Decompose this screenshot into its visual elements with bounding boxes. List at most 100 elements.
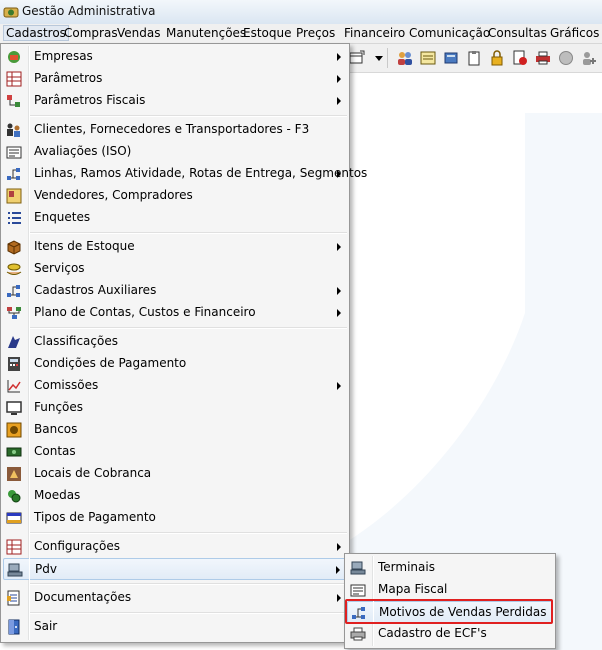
menu-item-clientes[interactable]: Clientes, Fornecedores e Transportadores… — [3, 119, 347, 141]
exit-door-icon — [8, 619, 20, 635]
title-bar: Gestão Administrativa — [0, 0, 602, 25]
printer-icon — [350, 627, 366, 641]
menu-item-moedas[interactable]: Moedas — [3, 485, 347, 507]
menu-item-locais-cobranca[interactable]: Locais de Cobranca — [3, 463, 347, 485]
menu-comunicacao[interactable]: Comunicação — [409, 26, 490, 40]
network-icon — [7, 285, 20, 297]
menu-item-bancos[interactable]: Bancos — [3, 419, 347, 441]
commission-chart-icon — [7, 380, 21, 393]
menu-precos[interactable]: Preços — [296, 26, 335, 40]
submenu-arrow-icon — [337, 97, 341, 105]
status-face-icon[interactable] — [558, 50, 574, 66]
document-cancel-icon[interactable] — [512, 50, 528, 66]
companies-icon — [8, 51, 20, 63]
list-icon — [8, 212, 21, 224]
menu-cadastros[interactable]: Cadastros — [3, 25, 69, 41]
menu-item-servicos[interactable]: Serviços — [3, 258, 347, 280]
menu-separator — [30, 327, 347, 329]
menu-item-label: Funções — [34, 400, 84, 414]
money-icon — [6, 447, 22, 457]
contacts-card-icon — [6, 188, 22, 204]
menu-item-label: Condições de Pagamento — [34, 356, 187, 370]
submenu-arrow-icon — [337, 287, 341, 295]
menu-item-plano-de-contas[interactable]: Plano de Contas, Custos e Financeiro — [3, 302, 347, 324]
menu-item-label: Plano de Contas, Custos e Financeiro — [34, 305, 256, 319]
menu-item-cadastros-auxiliares[interactable]: Cadastros Auxiliares — [3, 280, 347, 302]
menu-item-documentacoes[interactable]: Documentações — [3, 587, 347, 609]
menu-separator — [30, 115, 347, 117]
menu-item-contas[interactable]: Contas — [3, 441, 347, 463]
menu-item-label: Itens de Estoque — [34, 239, 135, 253]
submenu-item-mapa-fiscal[interactable]: Mapa Fiscal — [347, 579, 553, 601]
menu-manutencoes[interactable]: Manutenções — [166, 26, 246, 40]
menu-item-parametros-fiscais[interactable]: Parâmetros Fiscais — [3, 90, 347, 112]
menu-item-condicoes-pagamento[interactable]: Condições de Pagamento — [3, 353, 347, 375]
add-user-icon[interactable] — [581, 50, 597, 66]
menu-item-linhas[interactable]: Linhas, Ramos Atividade, Rotas de Entreg… — [3, 163, 367, 185]
menu-financeiro[interactable]: Financeiro — [344, 26, 405, 40]
settings-grid-icon — [6, 539, 22, 555]
submenu-item-cadastro-ecf[interactable]: Cadastro de ECF's — [347, 623, 553, 645]
app-logo-icon — [3, 7, 19, 18]
menu-item-classificacoes[interactable]: Classificações — [3, 331, 347, 353]
pos-terminal-icon — [7, 563, 23, 577]
menu-item-vendedores[interactable]: Vendedores, Compradores — [3, 185, 347, 207]
submenu-arrow-icon — [337, 243, 341, 251]
menu-item-sair[interactable]: Sair — [3, 616, 347, 638]
classification-icon — [8, 336, 20, 348]
menu-consultas[interactable]: Consultas — [488, 26, 547, 40]
toolbar-separator — [387, 48, 388, 68]
printer-icon[interactable] — [535, 50, 551, 66]
menu-item-empresas[interactable]: Empresas — [3, 46, 347, 68]
menu-compras[interactable]: Compras — [64, 26, 118, 40]
submenu-arrow-icon — [337, 53, 341, 61]
menu-item-label: Clientes, Fornecedores e Transportadores… — [34, 122, 310, 136]
fiscal-map-icon — [350, 584, 366, 597]
menu-item-label: Configurações — [34, 539, 120, 553]
box-icon — [7, 240, 21, 255]
calculator-icon — [8, 357, 20, 371]
submenu-arrow-icon — [337, 543, 341, 551]
menu-item-label: Pdv — [35, 562, 57, 576]
menu-item-label: Empresas — [34, 49, 93, 63]
menu-item-itens-estoque[interactable]: Itens de Estoque — [3, 236, 347, 258]
monitor-icon — [6, 401, 22, 415]
menu-item-pdv[interactable]: Pdv — [3, 558, 347, 580]
bank-icon — [6, 422, 22, 438]
menu-graficos[interactable]: Gráficos — [550, 26, 599, 40]
menu-item-label: Bancos — [34, 422, 78, 436]
calculator-icon[interactable] — [443, 50, 459, 66]
menu-item-avaliacoes[interactable]: Avaliações (ISO) — [3, 141, 347, 163]
lock-icon[interactable] — [489, 50, 505, 66]
menu-estoque[interactable]: Estoque — [243, 26, 292, 40]
report-icon[interactable] — [420, 50, 436, 66]
menu-item-comissoes[interactable]: Comissões — [3, 375, 347, 397]
menu-item-parametros[interactable]: Parâmetros — [3, 68, 347, 90]
parameters-icon — [6, 71, 22, 87]
menu-item-label: Tipos de Pagamento — [34, 510, 156, 524]
menu-item-label: Parâmetros — [34, 71, 103, 85]
window-title: Gestão Administrativa — [22, 4, 156, 18]
menu-separator — [30, 583, 347, 585]
submenu-arrow-icon — [337, 309, 341, 317]
submenu-arrow-icon — [336, 566, 340, 574]
menu-item-configuracoes[interactable]: Configurações — [3, 536, 347, 558]
menu-item-tipos-pagamento[interactable]: Tipos de Pagamento — [3, 507, 347, 529]
submenu-item-label: Mapa Fiscal — [378, 582, 448, 596]
menu-vendas[interactable]: Vendas — [117, 26, 161, 40]
dropdown-arrow-icon[interactable] — [375, 56, 383, 61]
menu-bar: Cadastros Compras Vendas Manutenções Est… — [0, 24, 602, 44]
menu-item-label: Avaliações (ISO) — [34, 144, 132, 158]
menu-item-funcoes[interactable]: Funções — [3, 397, 347, 419]
fiscal-parameters-icon — [7, 95, 20, 107]
submenu-item-terminais[interactable]: Terminais — [347, 557, 553, 579]
chart-of-accounts-icon — [7, 307, 21, 319]
users-icon[interactable] — [397, 50, 413, 66]
menu-item-enquetes[interactable]: Enquetes — [3, 207, 347, 229]
menu-item-label: Classificações — [34, 334, 118, 348]
window-grid-icon[interactable] — [349, 50, 365, 66]
menu-item-label: Moedas — [34, 488, 81, 502]
terminal-icon — [350, 561, 366, 575]
clipboard-icon[interactable] — [466, 50, 482, 66]
submenu-arrow-icon — [337, 75, 341, 83]
